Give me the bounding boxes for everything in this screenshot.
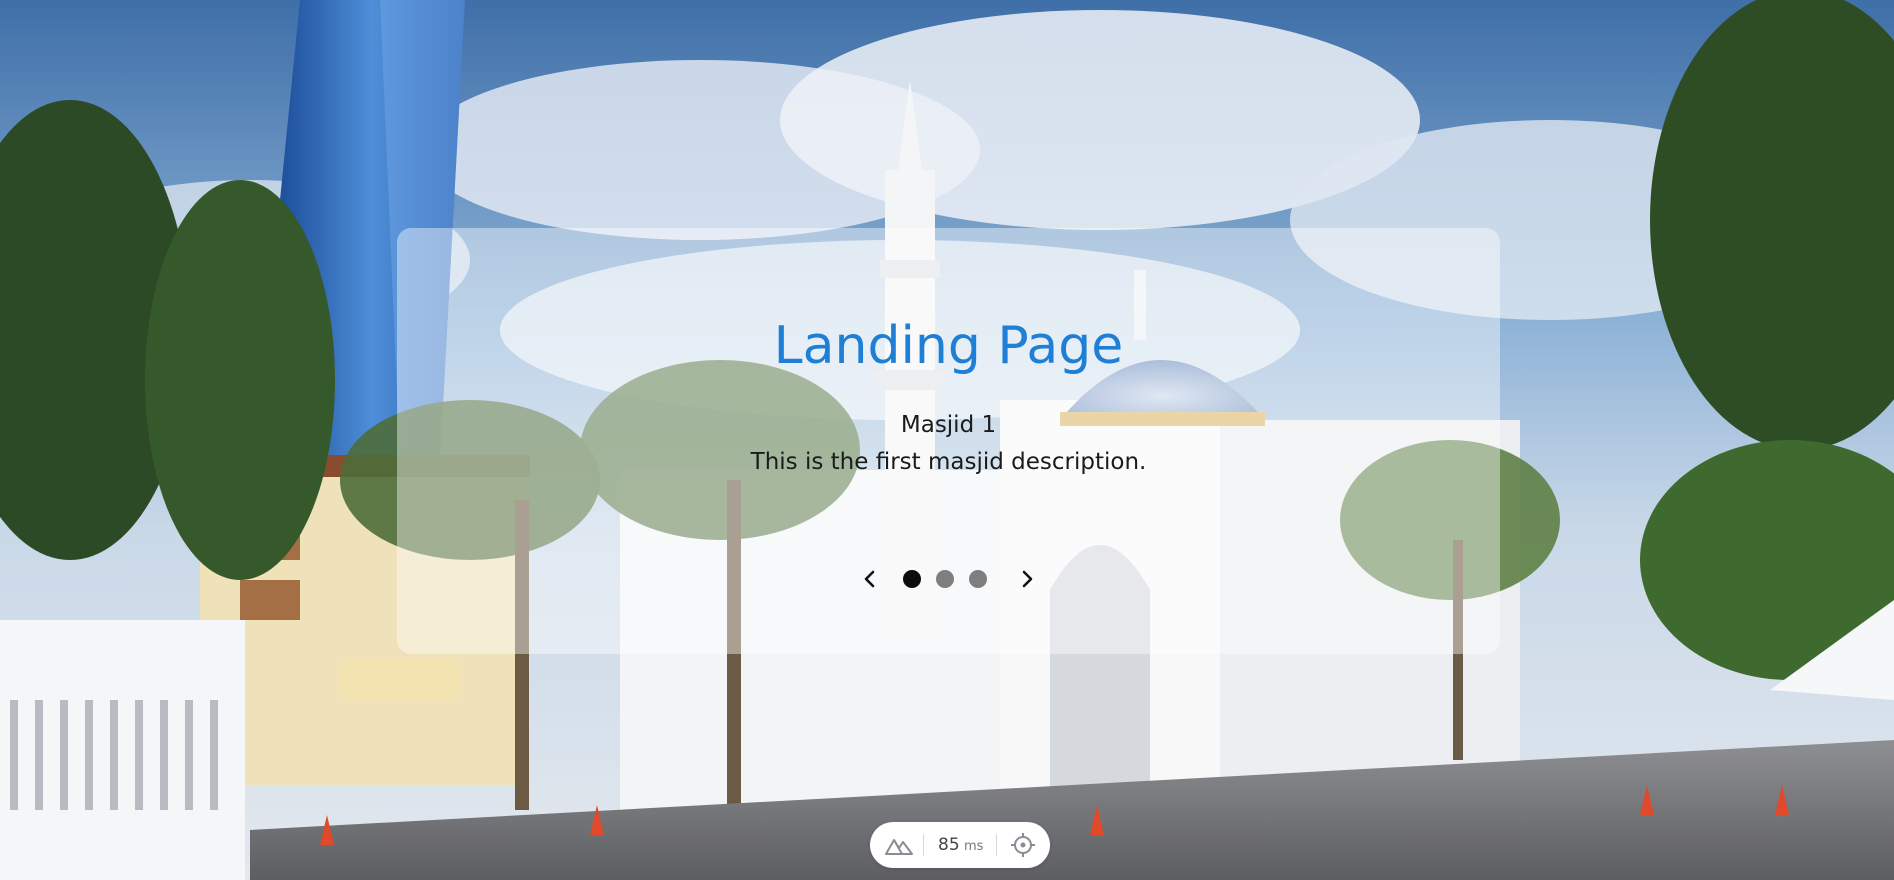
performance-indicator: 85 ms: [870, 822, 1050, 868]
slide-title: Masjid 1: [900, 412, 997, 438]
carousel-dot-1[interactable]: [903, 570, 921, 588]
nuxt-logo-icon[interactable]: [884, 834, 914, 856]
latency-unit: ms: [964, 839, 984, 854]
crosshair-icon[interactable]: [1010, 832, 1036, 858]
carousel-controls: [857, 564, 1040, 594]
landing-page: Landing Page Masjid 1 This is the first …: [0, 0, 1894, 880]
latency-value: 85: [938, 835, 960, 855]
divider: [996, 834, 997, 856]
chevron-right-icon[interactable]: [1014, 566, 1040, 592]
hero-card: Landing Page Masjid 1 This is the first …: [397, 228, 1500, 654]
page-title: Landing Page: [773, 316, 1124, 376]
slide-description: This is the first masjid description.: [750, 449, 1147, 475]
carousel-dot-3[interactable]: [969, 570, 987, 588]
chevron-left-icon[interactable]: [857, 566, 883, 592]
divider: [923, 834, 924, 856]
carousel-dot-2[interactable]: [936, 570, 954, 588]
